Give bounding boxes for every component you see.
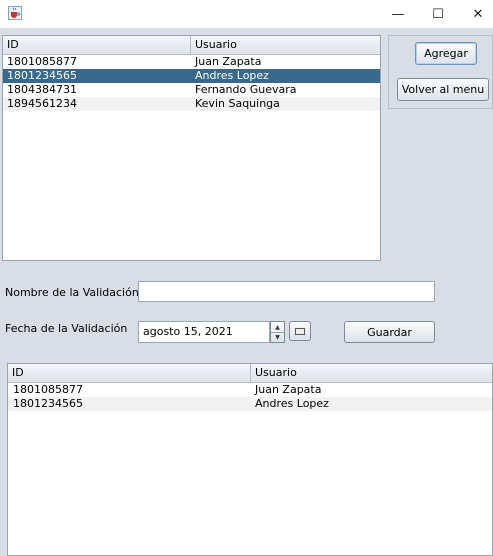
calendar-button[interactable] (289, 321, 311, 341)
cell-usuario: Juan Zapata (255, 383, 322, 396)
maximize-button[interactable]: ☐ (418, 0, 458, 28)
cell-id: 1894561234 (7, 97, 77, 110)
validation-users-table[interactable]: ID Usuario 1801085877 Juan Zapata 180123… (7, 363, 493, 556)
cell-usuario: Kevin Saquinga (195, 97, 280, 110)
validation-table-header: ID Usuario (8, 364, 492, 383)
column-header-usuario[interactable]: Usuario (191, 36, 380, 54)
column-header-id[interactable]: ID (8, 364, 251, 382)
date-spinner[interactable]: ▲ ▼ (270, 321, 285, 343)
cell-id: 1804384731 (7, 83, 77, 96)
column-header-usuario[interactable]: Usuario (251, 364, 492, 382)
table-row[interactable]: 1801085877 Juan Zapata (8, 383, 492, 397)
column-header-id[interactable]: ID (3, 36, 191, 54)
table-row[interactable]: 1804384731 Fernando Guevara (3, 83, 380, 97)
table-row-selected[interactable]: 1801234565 Andres Lopez (3, 69, 380, 83)
title-bar: — ☐ ✕ (0, 0, 493, 28)
table-row[interactable]: 1894561234 Kevin Saquinga (3, 97, 380, 111)
cell-id: 1801085877 (13, 383, 83, 396)
table-row[interactable]: 1801085877 Juan Zapata (3, 55, 380, 69)
fecha-validacion-label: Fecha de la Validación (5, 322, 128, 335)
cell-usuario: Fernando Guevara (195, 83, 297, 96)
users-table[interactable]: ID Usuario 1801085877 Juan Zapata 180123… (2, 35, 381, 261)
users-table-header: ID Usuario (3, 36, 380, 55)
agregar-button[interactable]: Agregar (415, 42, 477, 65)
table-row[interactable]: 1801234565 Andres Lopez (8, 397, 492, 411)
guardar-button[interactable]: Guardar (344, 321, 435, 343)
cell-usuario: Juan Zapata (195, 55, 262, 68)
java-coffee-cup-icon (8, 6, 22, 20)
volver-al-menu-button[interactable]: Volver al menu (397, 78, 489, 101)
spin-down-arrow-icon[interactable]: ▼ (271, 332, 284, 342)
cell-id: 1801234565 (7, 69, 77, 82)
cell-usuario: Andres Lopez (255, 397, 329, 410)
calendar-icon (295, 327, 305, 335)
cell-usuario: Andres Lopez (195, 69, 269, 82)
close-button[interactable]: ✕ (458, 0, 493, 28)
cell-id: 1801234565 (13, 397, 83, 410)
nombre-validacion-input[interactable] (138, 281, 435, 302)
minimize-button[interactable]: — (378, 0, 418, 28)
nombre-validacion-label: Nombre de la Validación (5, 286, 139, 299)
fecha-validacion-field[interactable]: agosto 15, 2021 (138, 321, 270, 343)
cell-id: 1801085877 (7, 55, 77, 68)
